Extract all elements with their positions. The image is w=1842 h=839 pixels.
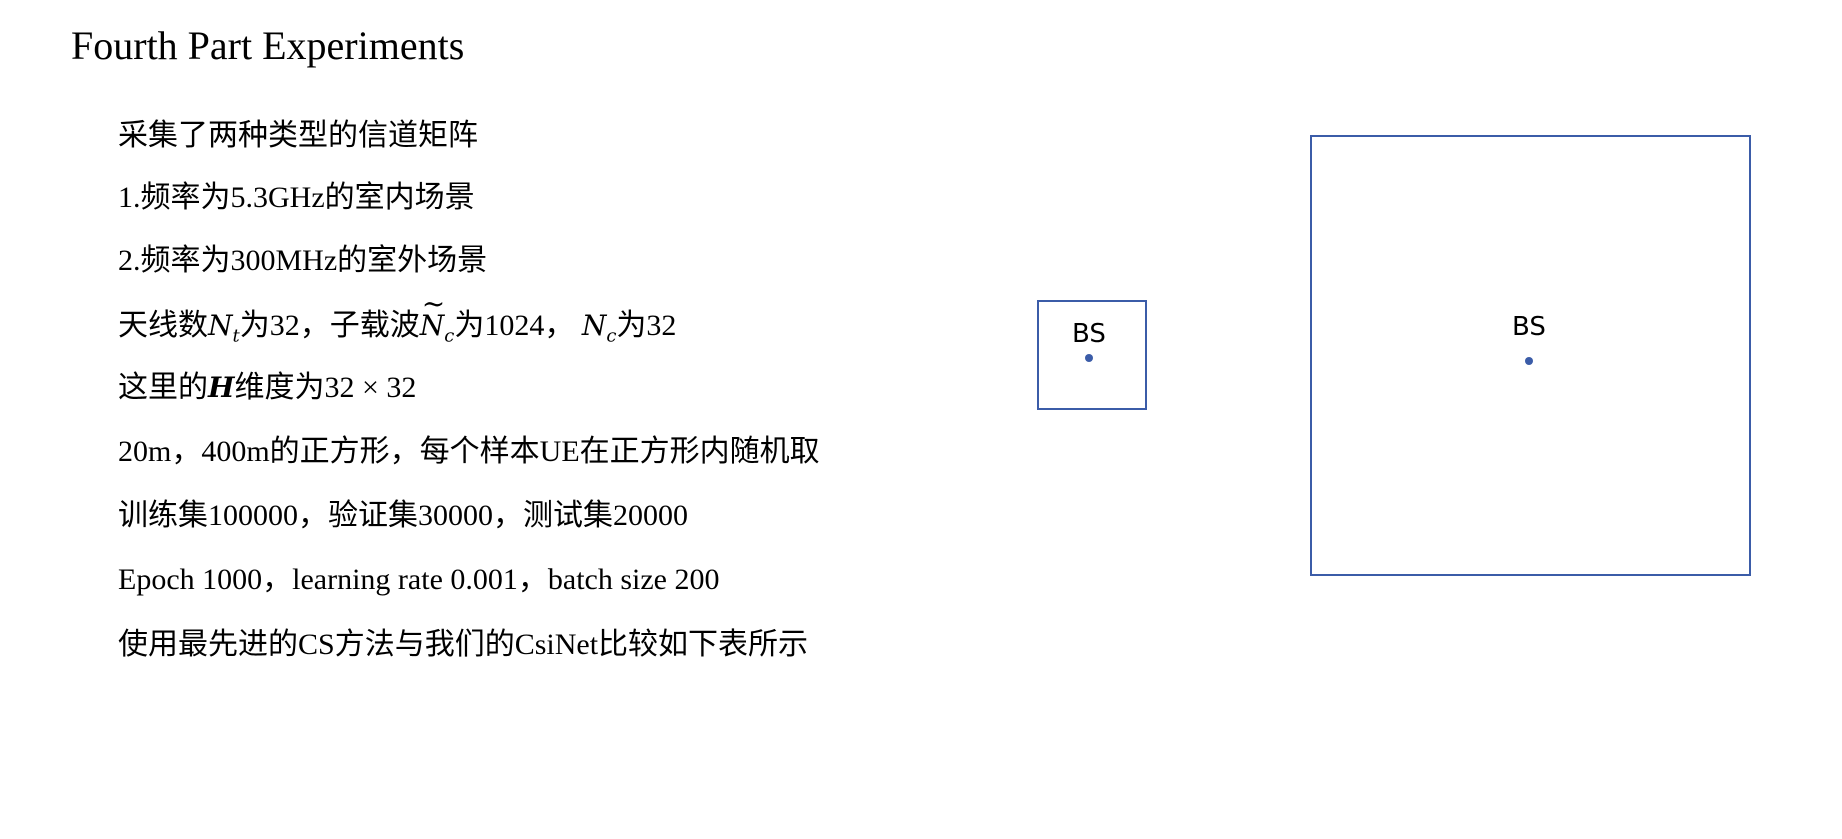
text-line-8: Epoch 1000，learning rate 0.001，batch siz… — [118, 563, 720, 596]
math-subscript: t — [232, 325, 240, 347]
text-line-4: 天线数Nt为32，子载波Nc为1024， Nc为32 — [118, 284, 677, 357]
large-square-400m — [1310, 135, 1751, 576]
text: 维度为32 × 32 — [234, 371, 417, 404]
math-symbol: N — [208, 309, 233, 342]
math-h: H — [208, 371, 235, 404]
text: 为32 — [616, 309, 677, 342]
bs-label-small: BS — [1072, 319, 1106, 349]
math-nt: Nt — [208, 309, 240, 347]
text: 这里的 — [118, 371, 208, 404]
text: 为32，子载波 — [239, 309, 420, 342]
text-line-2: 1.频率为5.3GHz的室内场景 — [118, 181, 475, 214]
bs-dot-large — [1525, 357, 1533, 365]
text-line-1: 采集了两种类型的信道矩阵 — [118, 119, 478, 152]
text: 天线数 — [118, 309, 208, 342]
text-line-9: 使用最先进的CS方法与我们的CsiNet比较如下表所示 — [118, 628, 809, 661]
text-line-5: 这里的H维度为32 × 32 — [118, 368, 416, 408]
math-subscript: c — [444, 325, 455, 347]
slide-title: Fourth Part Experiments — [71, 23, 465, 68]
math-symbol: N — [419, 309, 445, 342]
text-line-3: 2.频率为300MHz的室外场景 — [118, 244, 488, 277]
text: 为1024， — [454, 309, 575, 342]
bs-dot-small — [1085, 354, 1093, 362]
math-symbol: N — [581, 309, 607, 342]
math-subscript: c — [606, 325, 617, 347]
math-nc: Nc — [581, 309, 617, 347]
text-line-6: 20m，400m的正方形，每个样本UE在正方形内随机取 — [118, 435, 820, 468]
math-nc-tilde: Nc — [419, 284, 455, 357]
text-line-7: 训练集100000，验证集30000，测试集20000 — [118, 499, 688, 532]
bs-label-large: BS — [1512, 312, 1546, 342]
